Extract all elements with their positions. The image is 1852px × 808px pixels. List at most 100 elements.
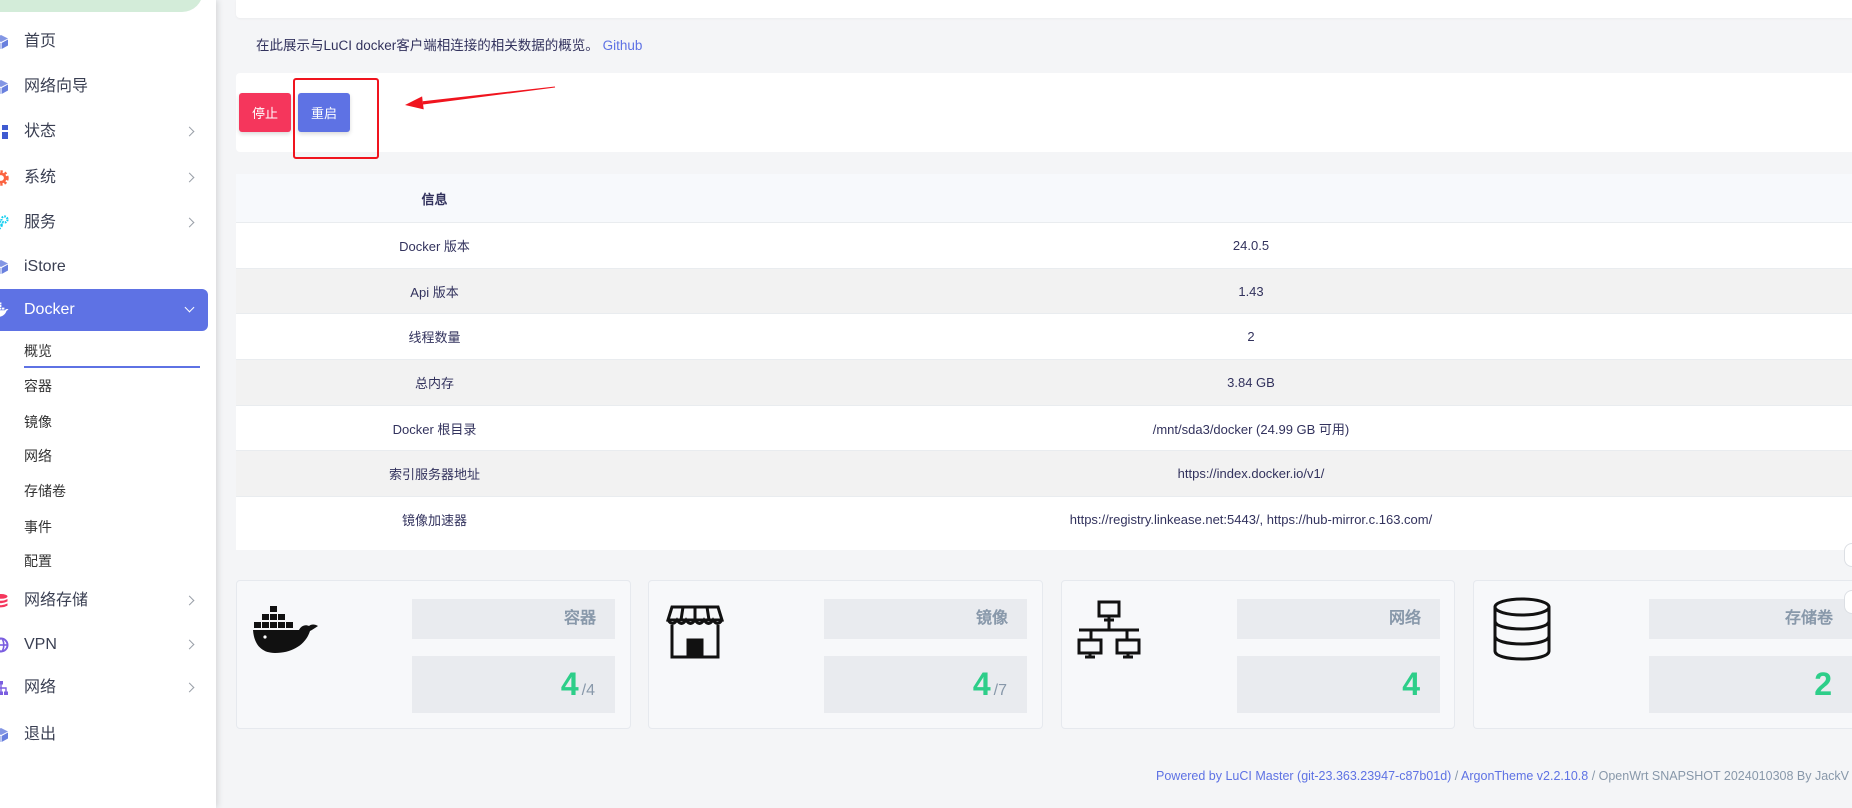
cube-icon: [0, 727, 9, 743]
globe-icon: [0, 637, 9, 653]
table-row: 线程数量 2: [236, 313, 1852, 359]
stat-label: 容器: [412, 599, 615, 639]
stat-count: 4: [972, 666, 991, 702]
table-row: Docker 根目录 /mnt/sda3/docker (24.99 GB 可用…: [236, 404, 1852, 451]
footer-separator: /: [1451, 769, 1462, 783]
stat-value: 4: [1237, 656, 1440, 713]
sidebar-item-istore[interactable]: iStore: [0, 247, 208, 287]
sidebar-item-label: 系统: [24, 169, 57, 186]
table-row: 总内存 3.84 GB: [236, 359, 1852, 405]
stat-count: 4: [1402, 666, 1420, 702]
annotation-highlight-box: [293, 78, 379, 159]
footer-luci-link[interactable]: Powered by LuCI Master (git-23.363.23947…: [1156, 769, 1451, 783]
row-value: 2: [1247, 329, 1255, 345]
docker-whale-icon: [0, 302, 9, 318]
sidebar-item-label: 服务: [24, 214, 57, 231]
docker-info-table: 信息 Docker 版本 24.0.5 Api 版本 1.43 线程数量 2 总…: [236, 174, 1852, 550]
row-value: https://registry.linkease.net:5443/, htt…: [1069, 511, 1433, 527]
stat-card-containers[interactable]: 容器 4/4: [236, 580, 631, 729]
table-header-row: 信息: [236, 174, 1852, 222]
stat-card-volumes[interactable]: 存储卷 2: [1473, 580, 1852, 729]
chevron-right-icon: [184, 126, 195, 137]
sidebar-item-status[interactable]: 状态: [0, 112, 208, 152]
sitemap-icon: [0, 680, 9, 696]
chevron-right-icon: [184, 639, 195, 650]
sidebar-item-vpn[interactable]: VPN: [0, 625, 208, 665]
submenu-item-containers[interactable]: 容器: [24, 371, 52, 401]
chevron-right-icon: [184, 217, 195, 228]
storage-stack-icon: [0, 593, 9, 609]
sidebar: 首页 网络向导 状态 系统 服务 iStore Docker 概览 容器 镜像 …: [0, 0, 216, 808]
row-label: 总内存: [414, 375, 454, 391]
cogs-icon: [0, 215, 9, 231]
scroll-top-button[interactable]: [1844, 543, 1852, 567]
submenu-item-volumes[interactable]: 存储卷: [24, 476, 66, 506]
top-menu-pill[interactable]: [0, 0, 203, 12]
stat-total: /7: [993, 682, 1007, 699]
submenu-item-events[interactable]: 事件: [24, 512, 52, 542]
cube-icon: [0, 259, 9, 275]
store-icon: [665, 604, 725, 665]
top-card: [236, 0, 1852, 18]
stat-label: 网络: [1237, 599, 1440, 639]
table-row: Api 版本 1.43: [236, 267, 1852, 314]
page-description: 在此展示与LuCI docker客户端相连接的相关数据的概览。 Github: [256, 34, 642, 54]
submenu-item-overview[interactable]: 概览: [24, 336, 52, 366]
sidebar-item-label: 退出: [24, 726, 57, 743]
cube-icon: [0, 34, 9, 50]
network-icon: [1077, 600, 1141, 665]
footer-openwrt-text: / OpenWrt SNAPSHOT 2024010308 By JackV: [1588, 769, 1849, 783]
table-row: 索引服务器地址 https://index.docker.io/v1/: [236, 450, 1852, 497]
stat-label: 镜像: [824, 599, 1027, 639]
table-row: Docker 版本 24.0.5: [236, 222, 1852, 268]
sidebar-item-home[interactable]: 首页: [0, 22, 208, 62]
stat-value: 4/7: [824, 656, 1027, 713]
table-row: 镜像加速器 https://registry.linkease.net:5443…: [236, 496, 1852, 542]
action-button-card: [236, 73, 1852, 152]
sidebar-item-label: Docker: [24, 301, 75, 318]
stat-card-images[interactable]: 镜像 4/7: [648, 580, 1043, 729]
row-value: 1.43: [1238, 283, 1264, 299]
row-label: Docker 根目录: [392, 421, 477, 437]
submenu-item-networks[interactable]: 网络: [24, 441, 52, 471]
sidebar-item-network-storage[interactable]: 网络存储: [0, 581, 208, 621]
database-icon: [1492, 597, 1552, 666]
description-text: 在此展示与LuCI docker客户端相连接的相关数据的概览。: [256, 38, 599, 53]
sidebar-item-network-wizard[interactable]: 网络向导: [0, 67, 208, 107]
stat-count: 2: [1814, 666, 1832, 702]
stop-button[interactable]: 停止: [239, 93, 291, 132]
sidebar-item-label: 网络存储: [24, 592, 89, 609]
stat-label: 存储卷: [1649, 599, 1852, 639]
sidebar-item-label: 网络: [24, 679, 57, 696]
footer: Powered by LuCI Master (git-23.363.23947…: [1156, 769, 1852, 787]
sidebar-item-system[interactable]: 系统: [0, 158, 208, 198]
sidebar-item-docker[interactable]: Docker: [0, 289, 208, 331]
sidebar-item-label: 状态: [24, 123, 57, 140]
stat-value: 2: [1649, 656, 1852, 713]
sidebar-item-network[interactable]: 网络: [0, 668, 208, 708]
stat-card-networks[interactable]: 网络 4: [1061, 580, 1455, 729]
cube-icon: [0, 79, 9, 95]
sidebar-item-logout[interactable]: 退出: [0, 715, 208, 755]
submenu-item-images[interactable]: 镜像: [24, 407, 52, 437]
active-submenu-underline: [24, 366, 200, 368]
row-value: 3.84 GB: [1227, 374, 1275, 390]
row-label: 线程数量: [408, 330, 461, 346]
row-label: Docker 版本: [399, 238, 470, 254]
github-link[interactable]: Github: [603, 38, 643, 53]
docker-whale-icon: [253, 606, 319, 659]
chevron-right-icon: [184, 682, 195, 693]
sidebar-item-label: VPN: [24, 636, 57, 653]
table-header-cell: 信息: [421, 191, 448, 207]
row-value: 24.0.5: [1232, 237, 1270, 253]
submenu-item-config[interactable]: 配置: [24, 546, 52, 576]
row-label: 镜像加速器: [401, 512, 467, 528]
chevron-right-icon: [184, 595, 195, 606]
sidebar-item-label: iStore: [24, 258, 66, 275]
sidebar-item-services[interactable]: 服务: [0, 203, 208, 243]
gear-icon: [0, 170, 9, 186]
scroll-bottom-button[interactable]: [1844, 590, 1852, 614]
footer-theme-link[interactable]: ArgonTheme v2.2.10.8: [1461, 769, 1588, 783]
dashboard-grid-icon: [0, 124, 9, 140]
row-value: /mnt/sda3/docker (24.99 GB 可用): [1152, 421, 1350, 437]
